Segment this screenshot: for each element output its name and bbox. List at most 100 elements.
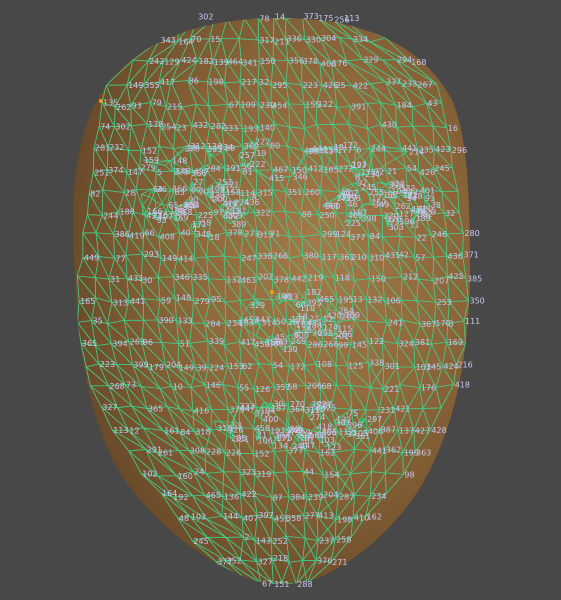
vertex-label: 232 bbox=[109, 143, 124, 152]
vertex-label: 426 bbox=[323, 81, 338, 90]
vertex-label: 318 bbox=[195, 427, 210, 436]
vertex-label: 304 bbox=[321, 34, 336, 43]
vertex-label: 237 bbox=[319, 537, 334, 546]
face-mesh-scene[interactable]: 1091033867297103691081513372993325410433… bbox=[0, 0, 561, 600]
vertex-label: 394 bbox=[112, 340, 127, 349]
vertex-label: 351 bbox=[287, 188, 302, 197]
vertex-label: 233 bbox=[402, 79, 417, 88]
vertex-label: 389 bbox=[231, 220, 246, 229]
vertex-label: 175 bbox=[318, 14, 333, 23]
vertex-label: 40 bbox=[181, 229, 191, 238]
vertex-label: 160 bbox=[178, 472, 193, 481]
vertex-label: 371 bbox=[464, 251, 479, 260]
vertex-label: 146 bbox=[206, 381, 221, 390]
vertex-label: 252 bbox=[273, 537, 288, 546]
vertex-label: 27 bbox=[187, 144, 197, 153]
vertex-label: 164 bbox=[178, 38, 193, 47]
vertex-label: 98 bbox=[404, 470, 414, 479]
vertex-label: 174 bbox=[323, 323, 338, 332]
vertex-label: 234 bbox=[371, 492, 386, 501]
vertex-label: 114 bbox=[240, 189, 255, 198]
vertex-label: 193 bbox=[243, 125, 258, 134]
vertex-label: 161 bbox=[164, 427, 179, 436]
vertex-label: 58 bbox=[201, 219, 211, 228]
vertex-label: 284 bbox=[206, 165, 221, 174]
vertex-label: 219 bbox=[308, 273, 323, 282]
vertex-label: 350 bbox=[470, 297, 485, 306]
vertex-label: 424 bbox=[181, 56, 196, 65]
vertex-label: 251 bbox=[94, 168, 109, 177]
vertex-label: 367 bbox=[421, 320, 436, 329]
vertex-label: 67 bbox=[262, 580, 272, 589]
vertex-label: 203 bbox=[341, 313, 356, 322]
vertex-label: 22 bbox=[417, 233, 427, 242]
vertex-label: 377 bbox=[350, 233, 365, 242]
vertex-label: 111 bbox=[465, 317, 480, 326]
vertex-label: 244 bbox=[371, 145, 386, 154]
vertex-label: 423 bbox=[435, 145, 450, 154]
landmark-marker bbox=[269, 289, 275, 295]
vertex-label: 19 bbox=[256, 149, 266, 158]
vertex-label: 32 bbox=[445, 209, 455, 218]
vertex-label: 441 bbox=[402, 144, 417, 153]
vertex-label: 115 bbox=[337, 324, 352, 333]
mesh-edge bbox=[288, 103, 290, 128]
vertex-label: 407 bbox=[243, 514, 258, 523]
vertex-label: 192 bbox=[173, 493, 188, 502]
mesh-edge bbox=[332, 123, 349, 125]
vertex-label: 239 bbox=[308, 493, 323, 502]
vertex-label: 136 bbox=[224, 493, 239, 502]
vertex-label: 152 bbox=[142, 146, 157, 155]
vertex-label: 277 bbox=[305, 511, 320, 520]
vertex-label: 84 bbox=[180, 428, 190, 437]
vertex-label: 206 bbox=[307, 382, 322, 391]
vertex-label: 176 bbox=[332, 59, 347, 68]
vertex-label: 361 bbox=[355, 432, 370, 441]
vertex-label: 443 bbox=[319, 147, 334, 156]
vertex-label: 418 bbox=[455, 381, 470, 390]
vertex-label: 139 bbox=[214, 58, 229, 67]
vertex-label: 117 bbox=[322, 253, 337, 262]
vertex-label: 54 bbox=[407, 164, 417, 173]
vertex-label: 42 bbox=[399, 251, 409, 260]
mesh-edge bbox=[214, 18, 227, 20]
vertex-label: 216 bbox=[457, 361, 472, 370]
vertex-label: 10 bbox=[308, 147, 318, 156]
vertex-label: 266 bbox=[273, 251, 288, 260]
vertex-label: 365 bbox=[148, 405, 163, 414]
vertex-label: 327 bbox=[258, 557, 273, 566]
vertex-label: 223 bbox=[303, 81, 318, 90]
vertex-label: 339 bbox=[209, 337, 224, 346]
mesh-edge bbox=[226, 18, 245, 20]
vertex-label: 270 bbox=[290, 400, 305, 409]
vertex-label: 217 bbox=[241, 78, 256, 87]
mesh-edge bbox=[226, 536, 244, 538]
vertex-label: 282 bbox=[211, 122, 226, 131]
vertex-label: 80 bbox=[270, 142, 280, 151]
vertex-label: 390 bbox=[159, 316, 174, 325]
vertex-label: 250 bbox=[320, 211, 335, 220]
vertex-label: 442 bbox=[291, 275, 306, 284]
3d-viewport[interactable]: 109 10 338 67 297 103 69 108 151 337 299 332 54 104 33… bbox=[0, 0, 561, 600]
vertex-label: 376 bbox=[317, 557, 332, 566]
vertex-label: 218 bbox=[273, 554, 288, 563]
vertex-label: 308 bbox=[190, 446, 205, 455]
vertex-label: 280 bbox=[464, 229, 479, 238]
vertex-label: 82 bbox=[90, 190, 100, 199]
vertex-label: 329 bbox=[363, 55, 378, 64]
vertex-label: 431 bbox=[146, 212, 161, 221]
vertex-label: 235 bbox=[419, 145, 434, 154]
vertex-label: 337 bbox=[386, 78, 401, 87]
vertex-label: 302 bbox=[115, 123, 130, 132]
vertex-label: 74 bbox=[100, 123, 110, 132]
vertex-label: 204 bbox=[166, 361, 181, 370]
vertex-label: 148 bbox=[176, 294, 191, 303]
vertex-label: 12 bbox=[129, 426, 139, 435]
vertex-label: 254 bbox=[161, 123, 176, 132]
vertex-label: 327 bbox=[102, 403, 117, 412]
vertex-label: 78 bbox=[259, 15, 269, 24]
vertex-label: 324 bbox=[399, 340, 414, 349]
vertex-label: 134 bbox=[273, 442, 288, 451]
vertex-label: 256 bbox=[334, 16, 349, 25]
vertex-label: 240 bbox=[292, 442, 307, 451]
